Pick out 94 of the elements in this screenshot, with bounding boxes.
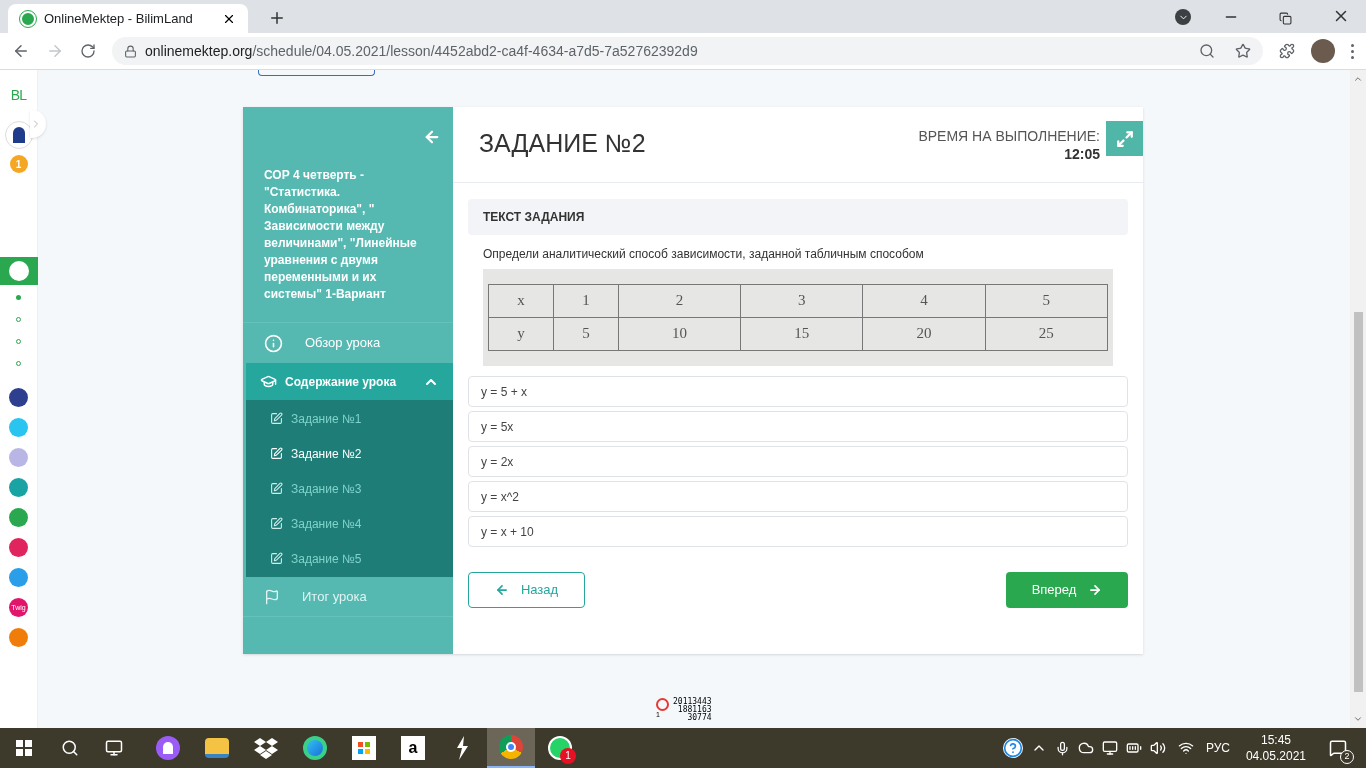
next-button[interactable]: Вперед: [1006, 572, 1128, 608]
answer-option[interactable]: y = 5 + x: [468, 376, 1128, 407]
back-button[interactable]: Назад: [468, 572, 585, 608]
app-shortcut[interactable]: [9, 538, 28, 557]
language-indicator[interactable]: РУС: [1205, 739, 1230, 757]
restore-icon[interactable]: [1279, 12, 1292, 25]
contents-header[interactable]: Содержание урока: [246, 363, 453, 400]
zoom-icon[interactable]: [1199, 43, 1215, 59]
table-cell: y: [488, 317, 554, 351]
ring-icon: [656, 698, 669, 711]
user-avatar[interactable]: [4, 121, 33, 149]
table-cell: 25: [985, 317, 1108, 351]
app-shortcut[interactable]: [9, 388, 28, 407]
table-cell: 10: [618, 317, 741, 351]
table-cell: x: [488, 284, 554, 318]
arrow-right-icon: [1088, 583, 1103, 597]
cloud-icon[interactable]: [1077, 740, 1094, 756]
question-text: Определи аналитический способ зависимости, заданной табличным способом: [482, 246, 925, 263]
display-icon[interactable]: [1101, 740, 1118, 756]
shopping-bag-icon: [352, 736, 376, 760]
answer-option[interactable]: y = x^2: [468, 481, 1128, 512]
profile-avatar[interactable]: [1311, 39, 1335, 63]
flag-icon: [264, 588, 280, 605]
section-title: ТЕКСТ ЗАДАНИЯ: [468, 199, 1128, 235]
dropbox-icon: [254, 737, 278, 759]
taskbar-app-button[interactable]: a: [389, 728, 437, 768]
counter-figure: 20113443: [673, 698, 712, 706]
table-cell: 4: [862, 284, 986, 318]
extensions-icon[interactable]: [1279, 43, 1295, 59]
notifications-icon: [1329, 739, 1347, 757]
clock-time: 15:45: [1260, 732, 1291, 748]
lock-icon: [124, 44, 137, 58]
table-cell: 5: [985, 284, 1108, 318]
clock[interactable]: 15:45 04.05.2021: [1245, 732, 1306, 764]
table-cell: 3: [740, 284, 863, 318]
table-cell: 20: [862, 317, 986, 351]
task-heading: ЗАДАНИЕ №2: [479, 131, 646, 156]
url-text: onlinemektep.org/schedule/04.05.2021/lesson/4452abd2-ca4f-4634-a7d5-7a52762392d9: [145, 41, 698, 61]
edit-icon: [270, 552, 283, 565]
address-field[interactable]: onlinemektep.org/schedule/04.05.2021/lesson/4452abd2-ca4f-4634-a7d5-7a52762392d9: [112, 37, 1263, 65]
notification-badge: 1: [560, 748, 576, 764]
lesson-title: СОР 4 четверть - "Статистика. Комбинаторика", " Зависимости между величинами", "Линейные уравнения с двумя переменными и их системы" 1-Вариант: [263, 167, 418, 303]
counter-figure: 30774: [687, 714, 712, 722]
microphone-icon[interactable]: [1054, 740, 1070, 756]
volume-icon[interactable]: [1149, 740, 1166, 756]
search-icon[interactable]: [61, 739, 79, 757]
browser-tab[interactable]: OnlineMektep - BilimLand: [8, 4, 248, 33]
tab-search-icon[interactable]: [1175, 9, 1191, 25]
notification-count: 2: [1340, 750, 1354, 764]
arrow-left-icon: [494, 583, 509, 597]
task-item[interactable]: Задание №4: [246, 506, 453, 541]
site-logo-icon: [20, 10, 36, 27]
table-cell: 1: [553, 284, 619, 318]
task-view-icon[interactable]: [105, 739, 123, 757]
task-item[interactable]: Задание №5: [246, 541, 453, 576]
bolt-icon: [455, 736, 469, 760]
table-cell: 2: [618, 284, 741, 318]
edit-icon: [270, 447, 283, 460]
tab-title: OnlineMektep - BilimLand: [44, 9, 194, 28]
table-cell: 5: [553, 317, 619, 351]
help-icon[interactable]: [1002, 738, 1023, 758]
edit-icon: [270, 412, 283, 425]
answer-option[interactable]: y = 2x: [468, 446, 1128, 477]
task-item[interactable]: Задание №1: [246, 401, 453, 436]
network-icon[interactable]: [1177, 740, 1194, 756]
timer-value: 12:05: [1064, 145, 1100, 163]
timer-label: ВРЕМЯ НА ВЫПОЛНЕНИЕ:: [918, 127, 1100, 145]
shopping-app-icon: a: [401, 736, 425, 760]
task-item[interactable]: Задание №2: [246, 436, 453, 471]
answer-option[interactable]: y = 5x: [468, 411, 1128, 442]
lesson-app-button[interactable]: [0, 257, 38, 285]
edit-icon: [270, 517, 283, 530]
menu-icon[interactable]: [1351, 43, 1354, 59]
reload-icon[interactable]: [80, 43, 96, 59]
counter-figure: 1881163: [677, 706, 712, 714]
expand-arrows-icon: [1115, 129, 1134, 148]
folder-icon: [205, 738, 229, 758]
taskbar-app-button[interactable]: 1: [536, 728, 584, 768]
battery-icon[interactable]: [1125, 740, 1142, 756]
count-badge: 1: [9, 155, 28, 173]
clock-date: 04.05.2021: [1245, 748, 1306, 764]
graduation-cap-icon: [260, 373, 277, 390]
task-item[interactable]: Задание №3: [246, 471, 453, 506]
browser-icon: [499, 735, 523, 759]
edit-icon: [270, 482, 283, 495]
browser-icon: [303, 736, 327, 760]
assistant-icon: [156, 736, 180, 760]
new-tab-icon[interactable]: [268, 9, 286, 27]
answer-option[interactable]: y = x + 10: [468, 516, 1128, 547]
logo[interactable]: BL: [10, 88, 27, 102]
info-icon: [264, 333, 283, 353]
back-icon[interactable]: [12, 42, 30, 60]
bookmark-star-icon[interactable]: [1235, 43, 1251, 59]
table-cell: 15: [740, 317, 863, 351]
